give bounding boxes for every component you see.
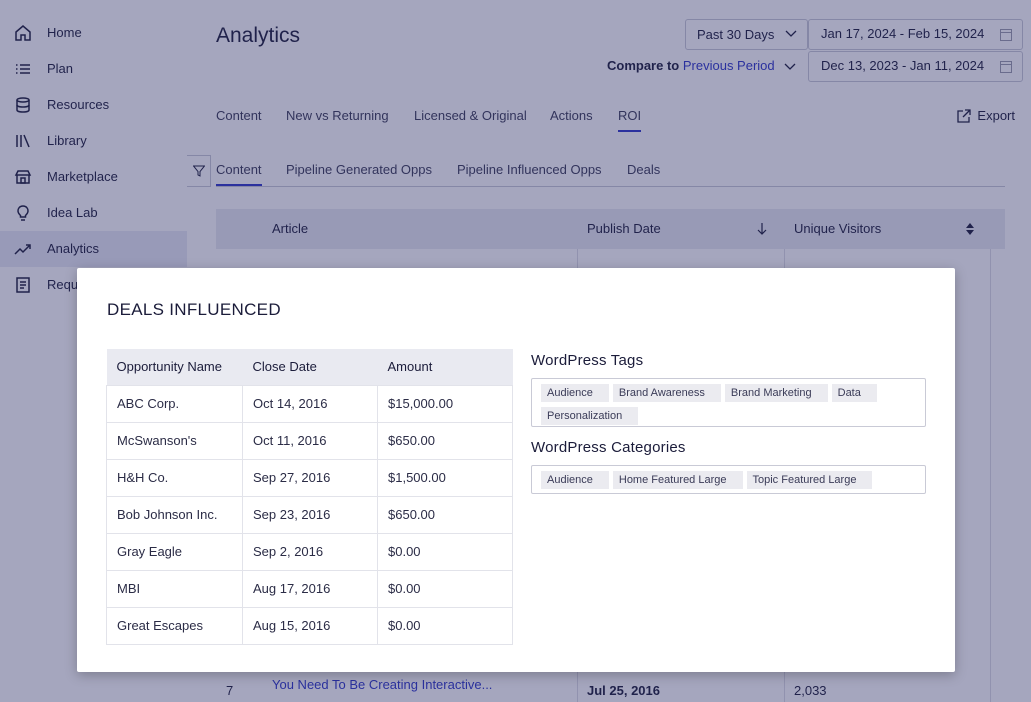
table-row: ABC Corp. Oct 14, 2016 $15,000.00 [106, 384, 513, 423]
amount: $0.00 [377, 532, 513, 571]
opportunity-name: MBI [106, 569, 243, 608]
wordpress-tags-label: WordPress Tags [531, 352, 644, 369]
amount: $0.00 [377, 569, 513, 608]
modal-title: DEALS INFLUENCED [107, 300, 281, 319]
opportunity-name: Bob Johnson Inc. [106, 495, 243, 534]
opportunity-name: ABC Corp. [106, 384, 243, 423]
amount: $650.00 [377, 421, 513, 460]
amount: $650.00 [377, 495, 513, 534]
column-header-opportunity: Opportunity Name [106, 349, 243, 385]
tag-chip: Audience [541, 384, 609, 402]
table-row: Great Escapes Aug 15, 2016 $0.00 [106, 606, 513, 645]
table-header-row: Opportunity Name Close Date Amount [106, 349, 513, 385]
category-chip: Audience [541, 471, 609, 489]
close-date: Sep 2, 2016 [242, 532, 378, 571]
close-date: Sep 23, 2016 [242, 495, 378, 534]
opportunity-name: Gray Eagle [106, 532, 243, 571]
table-row: H&H Co. Sep 27, 2016 $1,500.00 [106, 458, 513, 497]
table-row: McSwanson's Oct 11, 2016 $650.00 [106, 421, 513, 460]
deals-table: Opportunity Name Close Date Amount ABC C… [106, 349, 513, 645]
table-row: Gray Eagle Sep 2, 2016 $0.00 [106, 532, 513, 571]
opportunity-name: H&H Co. [106, 458, 243, 497]
table-row: Bob Johnson Inc. Sep 23, 2016 $650.00 [106, 495, 513, 534]
tag-chip: Brand Marketing [724, 384, 828, 402]
close-date: Oct 14, 2016 [242, 384, 378, 423]
tag-chip: Brand Awareness [612, 384, 721, 402]
opportunity-name: Great Escapes [106, 606, 243, 645]
category-chip: Home Featured Large [612, 471, 743, 489]
close-date: Aug 17, 2016 [242, 569, 378, 608]
amount: $0.00 [377, 606, 513, 645]
column-header-close-date: Close Date [242, 349, 378, 385]
opportunity-name: McSwanson's [106, 421, 243, 460]
column-header-amount: Amount [377, 349, 513, 385]
wordpress-categories-label: WordPress Categories [531, 439, 686, 456]
wordpress-tags-box: Audience Brand Awareness Brand Marketing Da… [531, 378, 926, 427]
close-date: Sep 27, 2016 [242, 458, 378, 497]
close-date: Aug 15, 2016 [242, 606, 378, 645]
category-chip: Topic Featured Large [746, 471, 873, 489]
tag-chip: Personalization [541, 407, 639, 425]
close-date: Oct 11, 2016 [242, 421, 378, 460]
deals-influenced-modal: DEALS INFLUENCED Opportunity Name Close … [77, 268, 955, 672]
table-row: MBI Aug 17, 2016 $0.00 [106, 569, 513, 608]
amount: $1,500.00 [377, 458, 513, 497]
tag-chip: Data [831, 384, 877, 402]
amount: $15,000.00 [377, 384, 513, 423]
wordpress-categories-box: Audience Home Featured Large Topic Feature… [531, 465, 926, 494]
